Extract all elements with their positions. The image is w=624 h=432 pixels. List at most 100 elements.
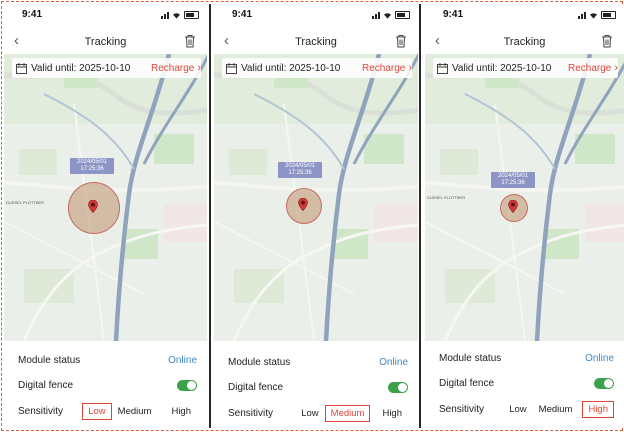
map-background: DUSSEL PLOTTBER xyxy=(425,54,624,341)
sensitivity-option-low[interactable]: Low xyxy=(82,403,112,420)
signal-icon xyxy=(161,12,169,19)
nav-bar: ‹ Tracking xyxy=(425,30,624,54)
page-title: Tracking xyxy=(503,36,546,48)
sensitivity-option-medium[interactable]: Medium xyxy=(533,401,579,418)
digital-fence-toggle[interactable] xyxy=(177,380,197,391)
recharge-link[interactable]: Recharge › xyxy=(362,62,412,74)
location-pin-icon xyxy=(508,200,518,213)
validity-bar: Valid until: 2025-10-10 Recharge › xyxy=(222,58,412,78)
page-title: Tracking xyxy=(84,36,127,48)
validity-bar: Valid until: 2025-10-10 Recharge › xyxy=(12,58,201,78)
map-view[interactable]: DUSSEL PLOTTBER Valid until: 2025-10-10 … xyxy=(4,54,207,341)
calendar-icon xyxy=(437,62,448,74)
sensitivity-option-low[interactable]: Low xyxy=(503,401,532,418)
location-timestamp: 2024/05/01 17:25:36 xyxy=(278,162,322,178)
valid-until-text: Valid until: 2025-10-10 xyxy=(452,62,552,74)
calendar-icon xyxy=(226,62,237,74)
signal-icon xyxy=(372,12,380,19)
nav-bar: ‹ Tracking xyxy=(4,30,207,54)
module-status-value: Online xyxy=(585,353,614,364)
module-status-label: Module status xyxy=(439,353,502,364)
module-status-row: Module status Online xyxy=(228,357,408,368)
battery-icon xyxy=(395,11,410,19)
timestamp-time: 17:25:36 xyxy=(501,180,525,186)
module-status-row: Module status Online xyxy=(18,355,197,366)
recharge-label: Recharge xyxy=(567,62,612,74)
map-view[interactable]: DUSSEL PLOTTBER Valid until: 2025-10-10 … xyxy=(425,54,624,341)
sensitivity-label: Sensitivity xyxy=(439,404,485,415)
sensitivity-option-low[interactable]: Low xyxy=(295,405,324,422)
wifi-icon xyxy=(173,13,180,19)
svg-text:DUSSEL PLOTTBER: DUSSEL PLOTTBER xyxy=(427,195,465,200)
recharge-link[interactable]: Recharge › xyxy=(151,62,201,74)
timestamp-date: 2024/05/01 xyxy=(497,173,529,179)
location-timestamp: 2024/05/01 17:25:36 xyxy=(70,158,114,174)
sensitivity-option-high[interactable]: High xyxy=(582,401,614,418)
digital-fence-row: Digital fence xyxy=(228,382,408,393)
module-status-value: Online xyxy=(379,357,408,368)
battery-icon xyxy=(184,11,199,19)
phone-screen-3: 9:41 ‹ Tracking DUSSEL PLOTTBER Valid un… xyxy=(425,4,624,428)
battery-icon xyxy=(601,11,616,19)
status-bar: 9:41 xyxy=(214,4,418,28)
timestamp-time: 17:25:36 xyxy=(80,166,104,172)
module-status-value: Online xyxy=(168,355,197,366)
location-pin-icon xyxy=(88,200,98,213)
map-view[interactable]: Valid until: 2025-10-10 Recharge › 2024/… xyxy=(214,54,418,341)
sensitivity-option-high[interactable]: High xyxy=(376,405,408,422)
device-settings-panel: Module status Online Digital fence Sensi… xyxy=(4,341,207,428)
status-time: 9:41 xyxy=(232,9,253,20)
recharge-label: Recharge xyxy=(361,62,406,74)
device-settings-panel: Module status Online Digital fence Sensi… xyxy=(425,341,624,428)
valid-until-text: Valid until: 2025-10-10 xyxy=(31,62,131,74)
timestamp-time: 17:25:36 xyxy=(288,170,312,176)
module-status-label: Module status xyxy=(228,357,291,368)
device-settings-panel: Module status Online Digital fence Sensi… xyxy=(214,341,418,428)
location-timestamp: 2024/05/01 17:25:36 xyxy=(491,172,535,188)
validity-bar: Valid until: 2025-10-10 Recharge › xyxy=(433,58,618,78)
page-title: Tracking xyxy=(295,36,337,48)
svg-text:DUSSEL PLOTTBER: DUSSEL PLOTTBER xyxy=(6,200,44,205)
recharge-label: Recharge xyxy=(150,62,195,74)
signal-icon xyxy=(578,12,586,19)
status-bar: 9:41 xyxy=(4,4,207,28)
trash-icon[interactable] xyxy=(600,34,614,48)
chevron-right-icon: › xyxy=(408,62,412,74)
digital-fence-toggle[interactable] xyxy=(594,378,614,389)
status-time: 9:41 xyxy=(22,9,43,20)
trash-icon[interactable] xyxy=(183,34,197,48)
calendar-icon xyxy=(16,62,27,74)
screen-divider xyxy=(209,4,211,428)
sensitivity-option-medium[interactable]: Medium xyxy=(112,403,158,420)
sensitivity-row: Sensitivity Low Medium High xyxy=(439,401,614,418)
timestamp-date: 2024/05/01 xyxy=(76,159,108,165)
digital-fence-label: Digital fence xyxy=(228,382,284,393)
nav-bar: ‹ Tracking xyxy=(214,30,418,54)
sensitivity-row: Sensitivity Low Medium High xyxy=(228,405,408,422)
sensitivity-row: Sensitivity Low Medium High xyxy=(18,403,197,420)
trash-icon[interactable] xyxy=(394,34,408,48)
digital-fence-label: Digital fence xyxy=(439,378,495,389)
recharge-link[interactable]: Recharge › xyxy=(568,62,618,74)
sensitivity-option-medium[interactable]: Medium xyxy=(324,405,371,422)
valid-until-text: Valid until: 2025-10-10 xyxy=(241,62,341,74)
status-time: 9:41 xyxy=(443,9,464,20)
phone-screen-1: 9:41 ‹ Tracking DUSSEL PLOTTBER Valid un… xyxy=(4,4,207,428)
phone-screen-2: 9:41 ‹ Tracking Valid until: 2025-10-10 … xyxy=(214,4,418,428)
digital-fence-row: Digital fence xyxy=(439,378,614,389)
sensitivity-label: Sensitivity xyxy=(18,406,64,417)
sensitivity-label: Sensitivity xyxy=(228,408,274,419)
chevron-right-icon: › xyxy=(197,62,201,74)
status-bar: 9:41 xyxy=(425,4,624,28)
wifi-icon xyxy=(590,13,597,19)
wifi-icon xyxy=(384,13,391,19)
module-status-label: Module status xyxy=(18,355,81,366)
digital-fence-row: Digital fence xyxy=(18,380,197,391)
module-status-row: Module status Online xyxy=(439,353,614,364)
sensitivity-option-high[interactable]: High xyxy=(165,403,197,420)
location-pin-icon xyxy=(298,198,308,211)
screen-divider xyxy=(419,4,421,428)
digital-fence-toggle[interactable] xyxy=(388,382,408,393)
chevron-right-icon: › xyxy=(614,62,618,74)
timestamp-date: 2024/05/01 xyxy=(284,163,316,169)
